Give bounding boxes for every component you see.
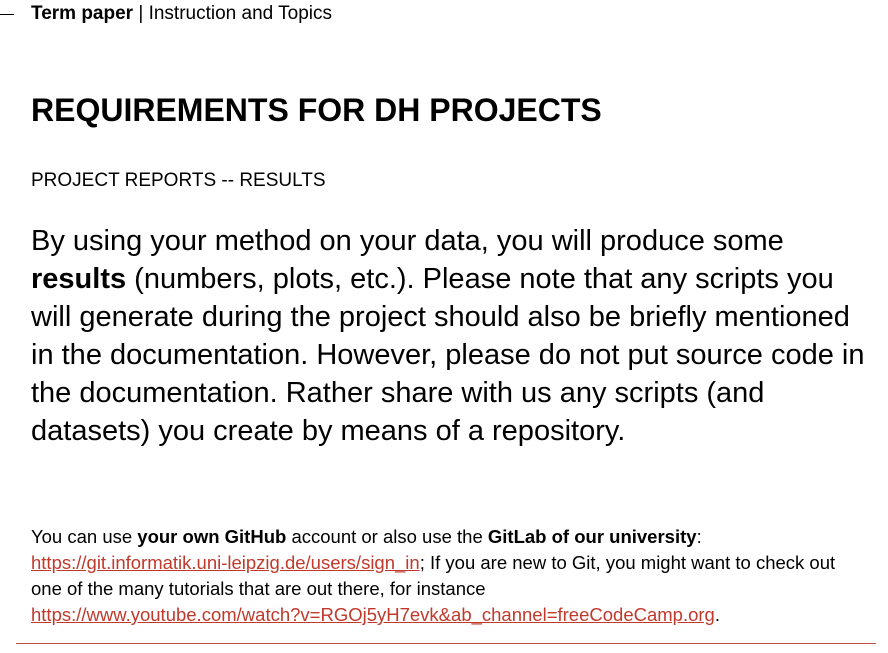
main-paragraph: By using your method on your data, you w… [31,222,866,450]
git-note: You can use your own GitHub account or a… [31,524,871,628]
note-text: : [696,526,702,547]
paragraph-text: By using your method on your data, you w… [31,225,784,257]
note-bold: GitLab of our university [487,526,697,547]
note-text: You can use [31,526,138,547]
note-text: account or also use the [286,526,488,547]
header-bold: Term paper [31,3,134,24]
section-subtitle: PROJECT REPORTS -- RESULTS [31,170,326,191]
gitlab-link[interactable]: https://git.informatik.uni-leipzig.de/us… [31,552,420,573]
footer-divider [16,643,876,644]
header-rest: Instruction and Topics [148,3,333,24]
margin-mark [0,14,14,15]
note-text: . [714,604,720,625]
page-title: REQUIREMENTS FOR DH PROJECTS [31,92,602,128]
paragraph-text: (numbers, plots, etc.). Please note that… [31,263,865,447]
paragraph-bold: results [31,263,127,295]
youtube-link[interactable]: https://www.youtube.com/watch?v=RGOj5yH7… [31,604,715,625]
note-bold: your own GitHub [137,526,287,547]
slide-header: Term paper | Instruction and Topics [31,3,332,25]
header-separator: | [133,3,149,24]
